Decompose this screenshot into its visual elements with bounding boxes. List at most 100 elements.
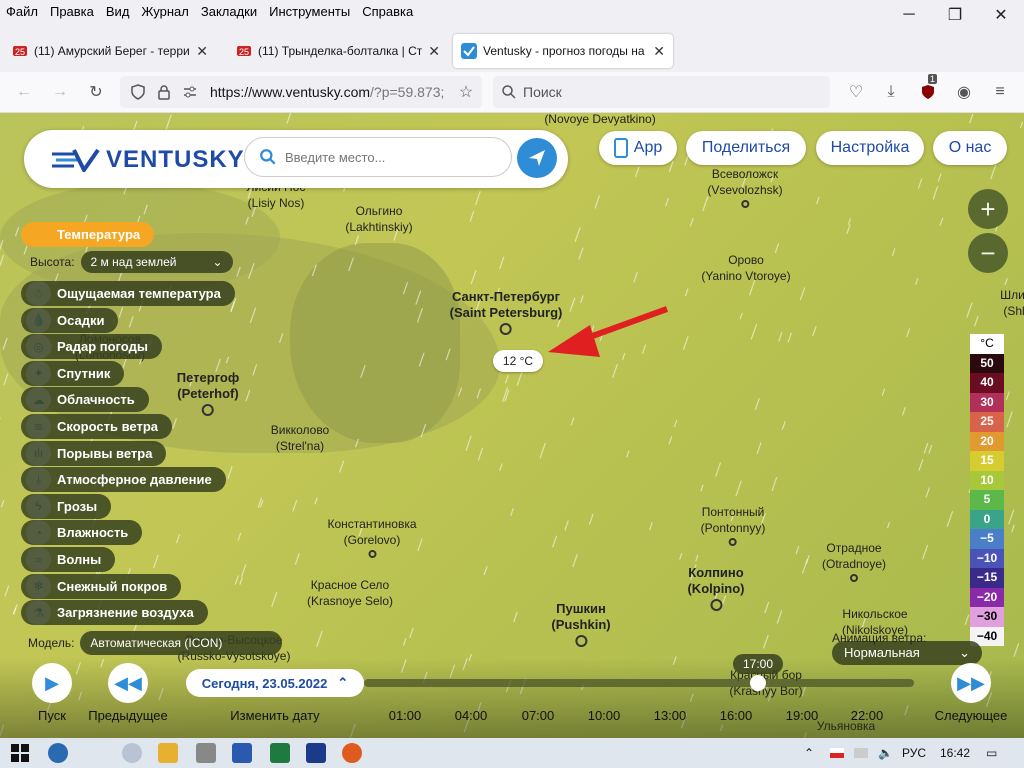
tab-label: (11) Трынделка-болталка | Стр bbox=[258, 44, 423, 58]
svg-text:25: 25 bbox=[15, 47, 25, 57]
windows-start-icon[interactable] bbox=[10, 743, 30, 763]
search-icon bbox=[260, 149, 276, 165]
layer-item[interactable]: ☁Облачность bbox=[21, 387, 149, 413]
tab-ventusky[interactable]: Ventusky - прогноз погоды на ✕ bbox=[453, 34, 673, 68]
timeline-tick: 13:00 bbox=[653, 708, 687, 723]
permissions-icon[interactable] bbox=[182, 84, 198, 100]
close-window-button[interactable]: ✕ bbox=[978, 0, 1024, 30]
tab-bar: 25 (11) Амурский Берег - террито ✕ 25 (1… bbox=[0, 30, 1024, 92]
maximize-button[interactable]: ❐ bbox=[932, 0, 978, 30]
menu-item[interactable]: Файл bbox=[0, 4, 44, 19]
legend-cell: −5 bbox=[970, 529, 1004, 549]
next-button[interactable]: ▶▶ bbox=[951, 663, 991, 703]
clock[interactable]: 16:42 bbox=[940, 746, 970, 760]
layer-item[interactable]: 💧Осадки bbox=[21, 307, 119, 333]
settings-button[interactable]: Настройка bbox=[816, 131, 924, 165]
phone-icon bbox=[613, 138, 628, 158]
play-button[interactable]: ▶ bbox=[32, 663, 72, 703]
keyboard-language[interactable]: РУС bbox=[902, 746, 926, 760]
firefox-icon[interactable] bbox=[342, 743, 362, 763]
legend-cell: 50 bbox=[970, 353, 1004, 373]
legend-cell: 10 bbox=[970, 470, 1004, 490]
media-player-icon[interactable] bbox=[48, 743, 68, 763]
calculator-icon[interactable] bbox=[196, 743, 216, 763]
network-icon[interactable] bbox=[854, 748, 868, 758]
menu-hamburger-icon[interactable]: ≡ bbox=[988, 80, 1012, 104]
menu-item[interactable]: Журнал bbox=[135, 4, 194, 19]
notifications-icon[interactable]: ▭ bbox=[986, 746, 997, 760]
disk-icon[interactable] bbox=[122, 743, 142, 763]
flag-icon[interactable] bbox=[830, 748, 844, 758]
layer-item[interactable]: ❄Снежный покров bbox=[21, 573, 182, 599]
layer-item[interactable]: ≈Волны bbox=[21, 547, 116, 572]
url-bar[interactable]: https://www.ventusky.com/?p=59.873; bbox=[120, 76, 482, 108]
reload-button[interactable]: ↻ bbox=[84, 80, 108, 104]
previous-button[interactable]: ◀◀ bbox=[108, 663, 148, 703]
excel-icon[interactable] bbox=[270, 743, 290, 763]
layer-item[interactable]: ☃Ощущаемая температура bbox=[21, 281, 235, 306]
app-button[interactable]: App bbox=[599, 131, 677, 165]
timeline-tick: 10:00 bbox=[587, 708, 621, 723]
back-button[interactable]: ← bbox=[12, 80, 36, 104]
bookmark-star-icon[interactable]: ☆ bbox=[454, 80, 478, 104]
timeline-slider[interactable] bbox=[364, 679, 914, 687]
layer-item[interactable]: ◔Влажность bbox=[21, 520, 143, 546]
menu-item[interactable]: Справка bbox=[356, 4, 419, 19]
timeline-tick: 01:00 bbox=[388, 708, 422, 723]
layer-item[interactable]: ⤓Атмосферное давление bbox=[21, 467, 226, 493]
layer-item[interactable]: ◎Радар погоды bbox=[21, 334, 162, 360]
layer-temperature[interactable]: Температура bbox=[21, 222, 155, 247]
menu-item[interactable]: Инструменты bbox=[263, 4, 356, 19]
locate-me-button[interactable] bbox=[517, 138, 557, 178]
svg-text:25: 25 bbox=[239, 47, 249, 57]
current-time-bubble: 17:00 bbox=[733, 654, 783, 674]
timeline-handle[interactable] bbox=[750, 675, 766, 691]
about-button[interactable]: О нас bbox=[933, 131, 1007, 165]
height-dropdown[interactable]: 2 м над землей ⌄ bbox=[80, 251, 233, 273]
reader-icon[interactable] bbox=[306, 743, 326, 763]
date-button[interactable]: Сегодня, 23.05.2022 ⌃ bbox=[186, 669, 364, 697]
ventusky-logo[interactable]: VENTUSKY bbox=[52, 146, 245, 174]
zoom-in-button[interactable]: + bbox=[968, 189, 1008, 229]
navigation-bar: ← → ↻ https://www.ventusky.com/?p=59.873… bbox=[0, 72, 1024, 113]
pocket-icon[interactable]: ♡ bbox=[844, 80, 868, 104]
layer-item[interactable]: ✦Спутник bbox=[21, 360, 125, 386]
menu-item[interactable]: Правка bbox=[44, 4, 100, 19]
lock-icon[interactable] bbox=[156, 84, 172, 100]
layer-item[interactable]: ≋Скорость ветра bbox=[21, 414, 172, 439]
layer-item[interactable]: ϟГрозы bbox=[21, 493, 112, 519]
temperature-legend: °C 50 40 30 25 20 15 10 5 0 −5 −10 −15 −20 −30 −40 bbox=[970, 334, 1004, 646]
tab-tryndelka[interactable]: 25 (11) Трынделка-болталка | Стр ✕ bbox=[228, 34, 448, 68]
zoom-out-button[interactable]: − bbox=[968, 233, 1008, 273]
legend-cell: 25 bbox=[970, 412, 1004, 432]
menu-item[interactable]: Вид bbox=[100, 4, 136, 19]
tab-amursky[interactable]: 25 (11) Амурский Берег - террито ✕ bbox=[4, 34, 216, 68]
file-explorer-icon[interactable] bbox=[158, 743, 178, 763]
word-icon[interactable] bbox=[232, 743, 252, 763]
minimize-button[interactable]: ─ bbox=[886, 0, 932, 30]
close-tab-icon[interactable]: ✕ bbox=[196, 43, 208, 60]
location-arrow-icon bbox=[529, 150, 545, 166]
share-button[interactable]: Поделиться bbox=[686, 131, 806, 165]
volume-icon[interactable]: 🔈 bbox=[878, 746, 893, 760]
legend-cell: 15 bbox=[970, 451, 1004, 471]
weather-map[interactable]: (Novoye Devyatkino) Всеволожск (Vsevolozhs… bbox=[0, 113, 1024, 738]
menu-item[interactable]: Закладки bbox=[195, 4, 263, 19]
search-input[interactable]: Поиск bbox=[493, 76, 830, 108]
close-tab-icon[interactable]: ✕ bbox=[653, 43, 665, 60]
layer-item[interactable]: ılıПорывы ветра bbox=[21, 440, 167, 466]
place-search-input[interactable]: Введите место... bbox=[244, 137, 512, 177]
layer-item[interactable]: ⚗Загрязнение воздуха bbox=[21, 600, 208, 626]
downloads-icon[interactable]: ⤓ bbox=[879, 80, 903, 104]
menu-bar: Файл Правка Вид Журнал Закладки Инструменты Сп… bbox=[0, 0, 1024, 22]
close-tab-icon[interactable]: ✕ bbox=[428, 43, 440, 60]
forward-button[interactable]: → bbox=[48, 80, 72, 104]
windows-taskbar: ⌃ 🔈 РУС 16:42 ▭ bbox=[0, 738, 1024, 768]
ublock-extension-icon[interactable]: 1 bbox=[916, 74, 940, 104]
legend-cell: 40 bbox=[970, 373, 1004, 393]
chevron-down-icon: ⌄ bbox=[212, 255, 223, 269]
extension-icon[interactable]: ◉ bbox=[952, 80, 976, 104]
shield-icon[interactable] bbox=[130, 84, 146, 100]
model-dropdown[interactable]: Автоматическая (ICON) bbox=[80, 631, 283, 655]
tray-chevron-up-icon[interactable]: ⌃ bbox=[804, 746, 814, 760]
